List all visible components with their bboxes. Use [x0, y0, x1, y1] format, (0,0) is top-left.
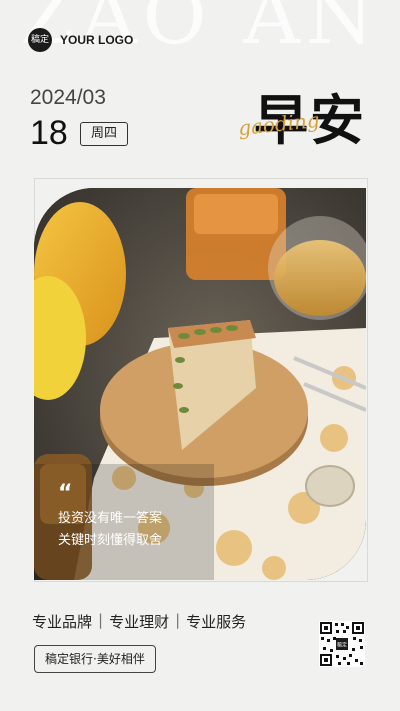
tag-separator: | — [98, 611, 104, 629]
tag-brand: 专业品牌 — [32, 613, 93, 631]
qr-center-label: 稿定 — [337, 642, 347, 649]
quote-line-2: 关键时刻懂得取舍 — [58, 533, 163, 548]
quote-line-1: 投资没有唯一答案 — [58, 511, 163, 526]
weekday-badge: 周四 — [80, 122, 128, 146]
date-day: 18 — [30, 114, 68, 152]
tag-finance: 专业理财 — [109, 613, 170, 631]
quote-mark-icon: “ — [58, 481, 73, 506]
logo-badge: 稿定 — [28, 28, 52, 52]
brand-logo: 稿定 YOUR LOGO — [28, 28, 133, 52]
tag-service: 专业服务 — [186, 613, 247, 631]
logo-text: YOUR LOGO — [60, 33, 134, 47]
tag-separator: | — [175, 611, 181, 629]
service-tags: 专业品牌 | 专业理财 | 专业服务 — [32, 611, 246, 632]
date-year-month: 2024/03 — [30, 86, 106, 109]
slogan-badge: 稿定银行·美好相伴 — [34, 645, 156, 673]
quote-block: “ 投资没有唯一答案 关键时刻懂得取舍 — [58, 481, 163, 552]
qr-code-icon[interactable]: 稿定 — [319, 621, 365, 667]
